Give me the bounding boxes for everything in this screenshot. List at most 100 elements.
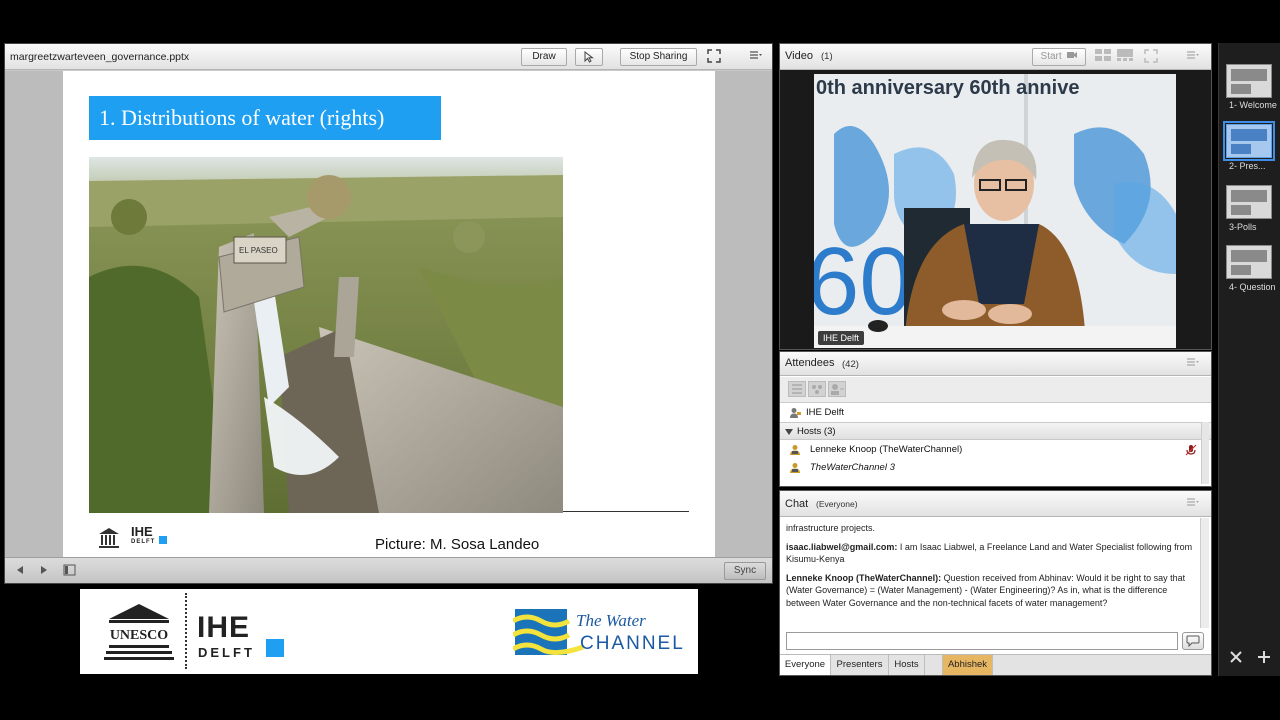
tab-everyone[interactable]: Everyone	[780, 655, 831, 675]
share-pod-footer: Sync	[5, 557, 772, 583]
slide-logo-square	[159, 536, 167, 544]
presenter-icon	[790, 408, 801, 418]
pointer-button[interactable]	[575, 48, 603, 66]
pointer-icon	[584, 50, 594, 63]
stop-sharing-button[interactable]: Stop Sharing	[620, 48, 697, 66]
unesco-logo-icon: UNESCO	[104, 604, 174, 660]
layout-thumb-4[interactable]	[1226, 245, 1272, 279]
chat-scrollbar[interactable]	[1200, 518, 1209, 628]
video-pod-menu-icon[interactable]	[1184, 49, 1202, 65]
hosts-group-row[interactable]: Hosts (3)	[780, 422, 1211, 440]
chat-sender: Lenneke Knoop (TheWaterChannel):	[786, 572, 942, 583]
close-icon[interactable]	[1229, 650, 1243, 664]
fullscreen-icon[interactable]	[705, 49, 723, 65]
video-fullscreen-icon[interactable]	[1142, 49, 1160, 65]
prev-slide-icon[interactable]	[13, 564, 27, 578]
host-row[interactable]: Lenneke Knoop (TheWaterChannel)	[780, 441, 1211, 459]
grid-view-icon[interactable]	[1094, 49, 1112, 65]
chat-header: Chat (Everyone)	[780, 491, 1211, 517]
chat-message: Lenneke Knoop (TheWaterChannel): Questio…	[786, 572, 1194, 610]
slide-delft-text: DELFT	[131, 539, 156, 545]
banner-ihe-text: IHE	[197, 611, 251, 644]
speech-bubble-icon	[1186, 635, 1200, 648]
slide-ihe-text: IHE	[131, 524, 153, 539]
slide-area: 1. Distributions of water (rights) EL PA…	[5, 71, 772, 558]
next-slide-icon[interactable]	[37, 564, 51, 578]
layout-thumb-3[interactable]	[1226, 185, 1272, 219]
start-label: Start	[1040, 51, 1062, 62]
chat-message: infrastructure projects.	[786, 522, 1194, 535]
chat-title: Chat	[785, 498, 809, 510]
presenter-video-image: 0th anniversary 60th annive 60 60	[814, 74, 1176, 348]
banner-delft-text: DELFT	[198, 645, 255, 660]
banner-divider	[185, 593, 187, 669]
tab-hosts[interactable]: Hosts	[889, 655, 925, 675]
tab-presenters[interactable]: Presenters	[831, 655, 889, 675]
share-pod-header: margreetzwarteveen_governance.pptx Draw …	[5, 44, 772, 70]
sponsor-banner: UNESCO IHE DELFT The Water CHANNEL	[80, 589, 698, 674]
video-feed: 0th anniversary 60th annive 60 60	[814, 74, 1176, 348]
chat-menu-icon[interactable]	[1184, 496, 1202, 512]
layouts-bar: 1- Welcome 2- Pres... 3-Polls 4- Questio…	[1218, 43, 1280, 676]
attendees-pod: Attendees (42) IHE Delft Hosts (3) Lenne…	[779, 351, 1212, 487]
chat-pod: Chat (Everyone) infrastructure projects.…	[779, 490, 1212, 676]
send-message-button[interactable]	[1182, 632, 1204, 650]
chat-sender: isaac.liabwel@gmail.com:	[786, 541, 898, 552]
status-view-icon[interactable]	[828, 381, 846, 397]
chat-input[interactable]	[786, 632, 1178, 650]
add-icon[interactable]	[1257, 650, 1271, 664]
host-row[interactable]: TheWaterChannel 3	[780, 459, 1211, 477]
slide-caption: Picture: M. Sosa Landeo	[375, 536, 540, 553]
slide-photo: EL PASEO	[89, 157, 563, 513]
video-pod: Video (1) Start 0th anniversary 60th ann…	[779, 43, 1212, 350]
sidebar-toggle-icon[interactable]	[62, 564, 76, 578]
water-channel-text-2: CHANNEL	[580, 633, 685, 654]
slide-unesco-ihe-logo: IHE DELFT	[97, 524, 167, 550]
pod-menu-icon[interactable]	[747, 49, 765, 65]
attendees-header: Attendees (42)	[780, 352, 1211, 376]
host-name-1: Lenneke Knoop (TheWaterChannel)	[810, 444, 963, 455]
video-count: (1)	[821, 51, 833, 62]
host-icon	[790, 463, 800, 473]
presenter-row[interactable]: IHE Delft	[780, 404, 1211, 422]
chat-scope: (Everyone)	[816, 499, 858, 509]
attendees-toolbar	[780, 377, 1211, 403]
layout-label-1: 1- Welcome	[1229, 100, 1277, 110]
attendees-menu-icon[interactable]	[1184, 356, 1202, 372]
breakout-view-icon[interactable]	[808, 381, 826, 397]
slide-title: 1. Distributions of water (rights)	[89, 96, 441, 140]
chevron-down-icon	[785, 429, 793, 435]
layout-thumb-1[interactable]	[1226, 64, 1272, 98]
layout-actions	[1219, 648, 1280, 668]
list-view-icon[interactable]	[788, 381, 806, 397]
host-icon	[790, 445, 800, 455]
attendees-scrollbar[interactable]	[1201, 422, 1209, 484]
tab-spacer	[925, 655, 943, 675]
draw-button[interactable]: Draw	[521, 48, 567, 66]
chat-messages: infrastructure projects. isaac.liabwel@g…	[786, 522, 1194, 615]
slide-rule-line	[563, 511, 689, 512]
microphone-muted-icon[interactable]	[1185, 444, 1197, 456]
sync-button[interactable]: Sync	[724, 562, 766, 580]
filmstrip-view-icon[interactable]	[1116, 49, 1134, 65]
layout-label-4: 4- Question	[1229, 282, 1276, 292]
layout-label-3: 3-Polls	[1229, 222, 1257, 232]
host-name-2: TheWaterChannel 3	[810, 462, 895, 473]
start-camera-button[interactable]: Start	[1032, 48, 1086, 66]
share-filename: margreetzwarteveen_governance.pptx	[10, 51, 190, 63]
camera-name-label: IHE Delft	[818, 331, 865, 345]
attendees-title: Attendees	[785, 357, 835, 369]
unesco-text: UNESCO	[110, 628, 168, 643]
presenter-name: IHE Delft	[806, 407, 845, 418]
chat-tabs: Everyone Presenters Hosts Abhishek	[780, 654, 1211, 675]
unesco-temple-icon	[99, 528, 119, 548]
layout-label-2: 2- Pres...	[1229, 161, 1266, 171]
camera-icon	[1067, 52, 1078, 58]
slide: 1. Distributions of water (rights) EL PA…	[63, 71, 715, 558]
connect-meeting-window: margreetzwarteveen_governance.pptx Draw …	[0, 0, 1280, 720]
share-pod: margreetzwarteveen_governance.pptx Draw …	[4, 43, 773, 584]
attendees-count: (42)	[842, 359, 859, 370]
chat-text: infrastructure projects.	[786, 523, 876, 533]
layout-thumb-2[interactable]	[1226, 124, 1272, 158]
tab-abhishek[interactable]: Abhishek	[943, 655, 993, 675]
